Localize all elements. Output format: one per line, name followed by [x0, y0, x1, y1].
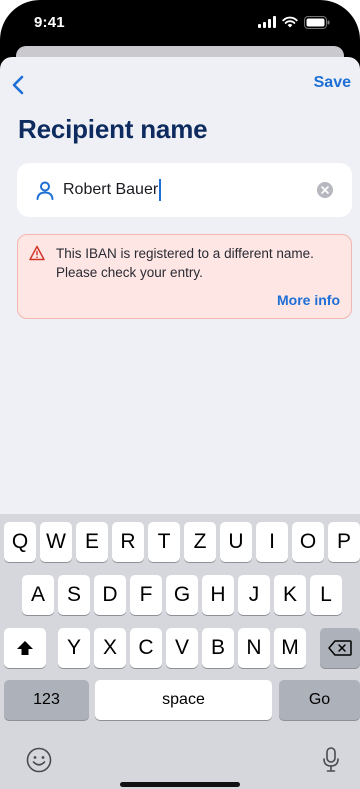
key-v[interactable]: V — [166, 628, 198, 668]
wifi-icon — [282, 16, 298, 28]
recipient-name-field[interactable]: Robert Bauer — [17, 163, 352, 217]
key-p[interactable]: P — [328, 522, 360, 562]
back-button[interactable] — [6, 71, 30, 99]
name-mismatch-alert: This IBAN is registered to a different n… — [17, 234, 352, 319]
go-key[interactable]: Go — [279, 680, 360, 720]
microphone-icon[interactable] — [322, 747, 340, 773]
recipient-name-input[interactable]: Robert Bauer — [63, 178, 162, 202]
key-h[interactable]: H — [202, 575, 234, 615]
save-button[interactable]: Save — [314, 74, 351, 92]
space-key[interactable]: space — [95, 680, 272, 720]
status-time: 9:41 — [34, 13, 65, 31]
shift-icon — [17, 641, 33, 655]
key-d[interactable]: D — [94, 575, 126, 615]
key-z[interactable]: Z — [184, 522, 216, 562]
key-e[interactable]: E — [76, 522, 108, 562]
key-x[interactable]: X — [94, 628, 126, 668]
shift-key[interactable] — [4, 628, 46, 668]
key-k[interactable]: K — [274, 575, 306, 615]
status-bar: 9:41 — [0, 0, 360, 50]
key-j[interactable]: J — [238, 575, 270, 615]
recipient-name-value: Robert Bauer — [63, 181, 159, 198]
more-info-link[interactable]: More info — [277, 292, 340, 308]
numbers-key[interactable]: 123 — [4, 680, 89, 720]
status-icons — [258, 15, 330, 29]
alert-message: This IBAN is registered to a different n… — [56, 246, 314, 280]
clear-button[interactable] — [317, 182, 333, 198]
key-n[interactable]: N — [238, 628, 270, 668]
key-w[interactable]: W — [40, 522, 72, 562]
key-y[interactable]: Y — [58, 628, 90, 668]
device-frame: 9:41 Save Recipient name Robert Bauer Th… — [0, 0, 360, 789]
key-b[interactable]: B — [202, 628, 234, 668]
navigation-bar: Save — [0, 57, 360, 113]
emoji-icon[interactable] — [26, 747, 52, 773]
key-u[interactable]: U — [220, 522, 252, 562]
key-f[interactable]: F — [130, 575, 162, 615]
person-icon — [36, 181, 54, 200]
signal-icon — [258, 16, 276, 28]
warning-icon — [29, 245, 45, 261]
key-l[interactable]: L — [310, 575, 342, 615]
backspace-icon — [328, 640, 352, 656]
key-s[interactable]: S — [58, 575, 90, 615]
chevron-left-icon — [12, 75, 24, 95]
battery-icon — [304, 15, 330, 29]
page-title: Recipient name — [18, 114, 208, 144]
key-q[interactable]: Q — [4, 522, 36, 562]
clear-icon — [321, 186, 329, 194]
key-a[interactable]: A — [22, 575, 54, 615]
key-r[interactable]: R — [112, 522, 144, 562]
on-screen-keyboard: Q W E R T Z U I O P A S D F G H J K L Y … — [0, 514, 360, 789]
text-caret — [159, 179, 162, 201]
key-c[interactable]: C — [130, 628, 162, 668]
key-m[interactable]: M — [274, 628, 306, 668]
home-indicator — [120, 782, 240, 787]
delete-key[interactable] — [320, 628, 360, 668]
key-o[interactable]: O — [292, 522, 324, 562]
key-t[interactable]: T — [148, 522, 180, 562]
key-i[interactable]: I — [256, 522, 288, 562]
key-g[interactable]: G — [166, 575, 198, 615]
